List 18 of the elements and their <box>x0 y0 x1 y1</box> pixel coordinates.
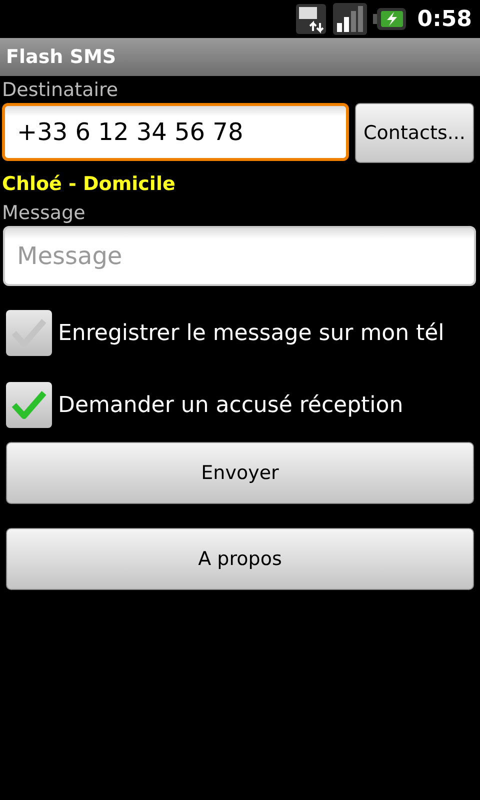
battery-charging-icon <box>373 7 408 31</box>
checkbox[interactable] <box>6 382 52 428</box>
action-button[interactable]: A propos <box>6 528 474 590</box>
checkmark-icon <box>12 390 46 420</box>
contact-name: Chloé - Domicile <box>1 172 176 197</box>
action-button[interactable]: Envoyer <box>6 442 474 504</box>
checkbox-label: Enregistrer le message sur mon tél <box>58 320 444 346</box>
contacts-button[interactable]: Contacts... <box>355 103 474 163</box>
message-label: Message <box>1 201 86 224</box>
checkbox-label: Demander un accusé réception <box>58 392 404 418</box>
3g-data-icon <box>295 3 328 35</box>
title-bar: Flash SMS <box>0 38 480 76</box>
checkbox[interactable] <box>6 310 52 356</box>
signal-icon <box>333 3 368 35</box>
recipient-label: Destinataire <box>1 78 120 101</box>
recipient-field[interactable]: +33 6 12 34 56 78 <box>2 103 349 161</box>
clock-time: 0:58 <box>417 6 472 32</box>
message-field[interactable]: Message <box>3 226 476 286</box>
